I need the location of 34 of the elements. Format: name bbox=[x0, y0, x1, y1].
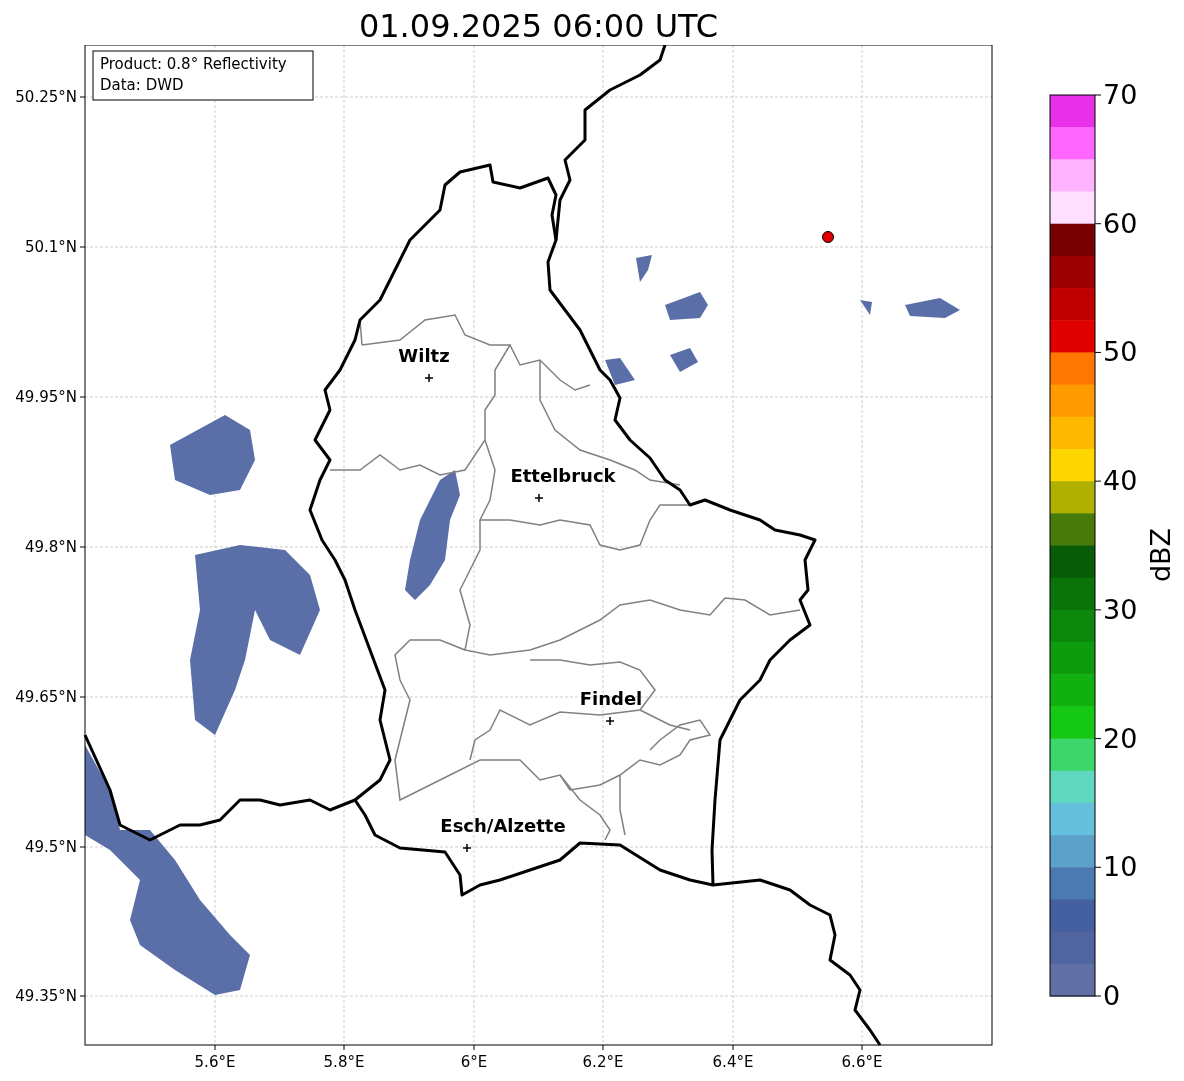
colorbar-tick-label: 60 bbox=[1103, 207, 1138, 239]
longitude-label: 5.8°E bbox=[323, 1053, 365, 1071]
colorbar-tick-label: 50 bbox=[1103, 336, 1138, 368]
colorbar-tick-label: 10 bbox=[1103, 851, 1138, 883]
latitude-label: 49.8°N bbox=[24, 538, 77, 556]
city-marker-icon bbox=[424, 373, 434, 383]
city-label: Wiltz bbox=[398, 345, 450, 366]
city-label: Esch/Alzette bbox=[440, 815, 566, 836]
city-label: Findel bbox=[579, 688, 643, 709]
city-marker-icon bbox=[605, 716, 615, 726]
latitude-label: 50.25°N bbox=[15, 88, 77, 106]
longitude-label: 6.2°E bbox=[582, 1053, 624, 1071]
colorbar-tick-label: 0 bbox=[1103, 980, 1121, 1011]
city-label: Ettelbruck bbox=[510, 465, 616, 486]
longitude-label: 6.6°E bbox=[841, 1053, 883, 1071]
chart-title: 01.09.2025 06:00 UTC bbox=[357, 6, 720, 45]
colorbar-tick-label: 20 bbox=[1103, 722, 1138, 754]
longitude-label: 6°E bbox=[460, 1053, 488, 1071]
info-text: Product: 0.8° Reflectivity bbox=[100, 55, 287, 73]
latitude-label: 49.95°N bbox=[15, 388, 77, 406]
city-marker-icon bbox=[462, 843, 472, 853]
radar-site-marker bbox=[822, 231, 834, 243]
colorbar-tick-label: 30 bbox=[1103, 593, 1138, 625]
latitude-label: 49.35°N bbox=[15, 987, 77, 1005]
longitude-label: 6.4°E bbox=[712, 1053, 754, 1071]
colorbar-tick-label: 40 bbox=[1103, 465, 1138, 497]
info-text: Data: DWD bbox=[100, 76, 184, 94]
longitude-label: 5.6°E bbox=[194, 1053, 236, 1071]
colorbar-tick-label: 70 bbox=[1103, 79, 1138, 110]
latitude-label: 50.1°N bbox=[24, 238, 77, 256]
city-marker-icon bbox=[534, 493, 544, 503]
latitude-label: 49.5°N bbox=[24, 838, 77, 856]
latitude-label: 49.65°N bbox=[15, 688, 77, 706]
colorbar-label: dBZ bbox=[1145, 527, 1176, 583]
